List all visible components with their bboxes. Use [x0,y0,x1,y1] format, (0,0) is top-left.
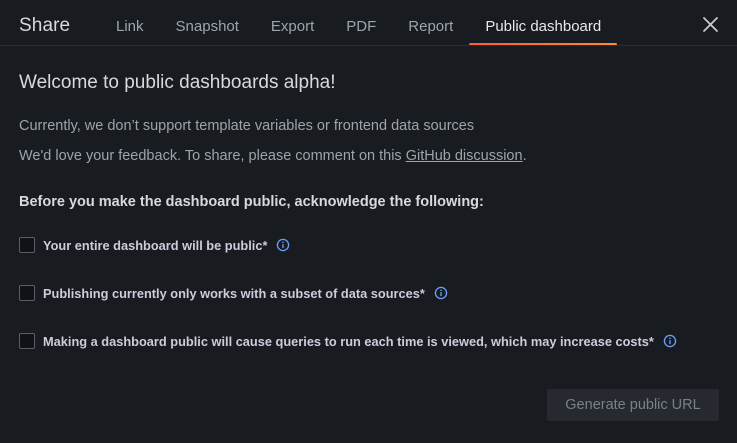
ack-row-costs: Making a dashboard public will cause que… [19,332,677,350]
tab-snapshot[interactable]: Snapshot [160,0,255,46]
tab-public-dashboard[interactable]: Public dashboard [469,0,618,46]
feedback-suffix: . [522,148,527,164]
feedback-prefix: We'd love your feedback. To share, pleas… [19,148,406,164]
info-circle-icon[interactable] [276,238,290,252]
tab-pdf[interactable]: PDF [330,0,392,46]
info-circle-icon[interactable] [663,334,677,348]
ack-row-public: Your entire dashboard will be public* [19,236,290,254]
close-button[interactable] [702,16,719,33]
info-circle-icon[interactable] [434,286,448,300]
tab-report[interactable]: Report [392,0,469,46]
ack-label-costs: Making a dashboard public will cause que… [43,333,654,349]
header-divider [0,45,737,46]
ack-label-public: Your entire dashboard will be public* [43,237,268,253]
ack-checkbox-costs[interactable] [19,333,35,349]
share-modal: Share Link Snapshot Export PDF Report Pu… [0,0,737,443]
acknowledge-heading: Before you make the dashboard public, ac… [19,194,484,210]
ack-label-datasources: Publishing currently only works with a s… [43,285,425,301]
ack-row-datasources: Publishing currently only works with a s… [19,284,448,302]
tab-link[interactable]: Link [100,0,160,46]
modal-header: Share Link Snapshot Export PDF Report Pu… [0,0,737,46]
ack-checkbox-public[interactable] [19,237,35,253]
generate-public-url-button[interactable]: Generate public URL [547,389,719,421]
welcome-heading: Welcome to public dashboards alpha! [19,72,336,93]
feedback-text: We'd love your feedback. To share, pleas… [19,148,527,164]
close-icon [703,17,718,32]
tab-export[interactable]: Export [255,0,330,46]
github-discussion-link[interactable]: GitHub discussion [406,148,523,164]
limitation-text: Currently, we don’t support template var… [19,118,475,134]
modal-title: Share [19,15,71,36]
tab-bar: Link Snapshot Export PDF Report Public d… [100,0,618,46]
ack-checkbox-datasources[interactable] [19,285,35,301]
